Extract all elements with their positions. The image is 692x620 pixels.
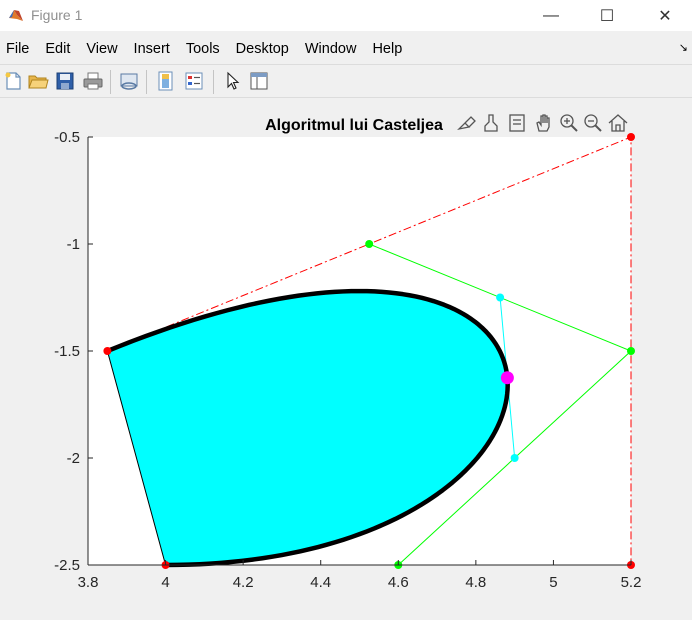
pointer-icon[interactable] xyxy=(222,70,244,92)
level1-point-0 xyxy=(365,240,374,248)
menu-desktop[interactable]: Desktop xyxy=(228,41,297,57)
new-figure-icon[interactable] xyxy=(2,70,24,92)
close-button[interactable]: ✕ xyxy=(642,0,688,31)
menu-insert[interactable]: Insert xyxy=(126,41,178,57)
property-editor-icon[interactable] xyxy=(248,70,270,92)
level2-point-1 xyxy=(510,454,519,462)
axes-toolbar xyxy=(457,114,628,132)
chart-title: Algoritmul lui Casteljea xyxy=(265,117,443,134)
data-brush-icon[interactable] xyxy=(484,114,498,132)
menu-tools[interactable]: Tools xyxy=(178,41,228,57)
menu-view[interactable]: View xyxy=(78,41,125,57)
level1-point-1 xyxy=(627,347,635,355)
y-tick-label: -1 xyxy=(67,236,80,253)
y-tick-label: -2 xyxy=(67,450,80,467)
save-icon[interactable] xyxy=(54,70,76,92)
menu-window[interactable]: Window xyxy=(297,41,365,57)
window-titlebar: Figure 1 — ☐ ✕ xyxy=(0,0,692,31)
x-tick-label: 4.8 xyxy=(465,574,486,591)
control-point-1 xyxy=(627,133,635,141)
legend-icon[interactable] xyxy=(183,70,205,92)
menu-help[interactable]: Help xyxy=(364,41,410,57)
print-icon[interactable] xyxy=(82,70,104,92)
level2-point-0 xyxy=(496,293,505,302)
zoom-in-icon[interactable] xyxy=(560,114,578,132)
menu-edit[interactable]: Edit xyxy=(37,41,78,57)
link-plot-icon[interactable] xyxy=(118,70,140,92)
minimize-button[interactable]: — xyxy=(528,0,574,31)
y-tick-label: -1.5 xyxy=(54,343,80,360)
open-file-icon[interactable] xyxy=(27,70,49,92)
figure-canvas: 3.8 4 4.2 4.4 4.6 4.8 5 5.2 -0.5 -1 -1.5 -2 -2.5 Alg… xyxy=(54,114,642,591)
dock-figure-icon[interactable]: ↘ xyxy=(679,41,688,54)
x-tick-label: 4.6 xyxy=(388,574,409,591)
maximize-button[interactable]: ☐ xyxy=(584,0,630,31)
y-tick-label: -0.5 xyxy=(54,129,80,146)
figure-toolbar xyxy=(0,64,692,98)
x-tick-label: 4 xyxy=(161,574,169,591)
curve-point-marker xyxy=(500,371,514,385)
x-tick-label: 4.2 xyxy=(233,574,254,591)
colorbar-icon[interactable] xyxy=(155,70,177,92)
x-tick-label: 4.4 xyxy=(310,574,331,591)
menu-file[interactable]: File xyxy=(0,41,37,57)
datatip-icon[interactable] xyxy=(509,114,525,132)
x-tick-label: 3.8 xyxy=(78,574,99,591)
x-tick-label: 5.2 xyxy=(621,574,642,591)
control-point-0 xyxy=(103,347,112,355)
y-tick-label: -2.5 xyxy=(54,557,80,574)
pan-icon[interactable] xyxy=(536,114,550,132)
home-icon[interactable] xyxy=(608,114,628,132)
zoom-out-icon[interactable] xyxy=(584,114,602,132)
window-title: Figure 1 xyxy=(31,7,83,23)
brush-edit-icon[interactable] xyxy=(457,116,476,131)
x-tick-label: 5 xyxy=(549,574,557,591)
menu-bar: File Edit View Insert Tools Desktop Wind… xyxy=(0,33,692,64)
matlab-logo-icon xyxy=(9,10,23,21)
